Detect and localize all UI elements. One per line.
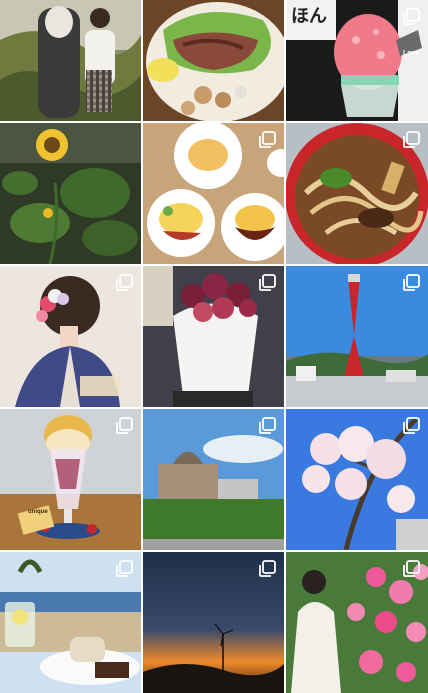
tile-flower-field[interactable] xyxy=(286,552,428,693)
tile-cherry-blossoms[interactable] xyxy=(286,409,428,550)
card-text: unique xyxy=(28,509,48,515)
multiple-photos-icon xyxy=(115,560,133,578)
tile-sunset-windmill[interactable] xyxy=(143,552,284,693)
tile-sunflower[interactable] xyxy=(0,123,141,264)
multiple-photos-icon xyxy=(402,8,420,26)
tile-atomic-dome[interactable] xyxy=(143,409,284,550)
tile-omurice-plates[interactable] xyxy=(143,123,284,264)
profile-photo-grid: ほん Love unique xyxy=(0,0,428,693)
tile-beef-dish[interactable] xyxy=(143,0,284,121)
multiple-photos-icon xyxy=(258,131,276,149)
multiple-photos-icon xyxy=(258,560,276,578)
love-sign-text: Love xyxy=(403,50,420,57)
multiple-photos-icon xyxy=(402,131,420,149)
multiple-photos-icon xyxy=(258,417,276,435)
multiple-photos-icon xyxy=(258,274,276,292)
tile-kimono-hair[interactable] xyxy=(0,266,141,407)
tile-port-tower[interactable] xyxy=(286,266,428,407)
multiple-photos-icon xyxy=(402,560,420,578)
photo-sunflower xyxy=(0,123,141,264)
shop-sign-text: ほん xyxy=(291,6,327,26)
tile-cosplay-figures[interactable] xyxy=(0,0,141,121)
tile-lemonade-terrace[interactable] xyxy=(0,552,141,693)
tile-shaved-ice-cup[interactable]: ほん Love xyxy=(286,0,428,121)
multiple-photos-icon xyxy=(402,274,420,292)
tile-berry-shaved-ice[interactable] xyxy=(143,266,284,407)
tile-ramen-bowl[interactable] xyxy=(286,123,428,264)
tile-parfait[interactable]: unique xyxy=(0,409,141,550)
photo-cosplay-figures xyxy=(0,0,141,121)
multiple-photos-icon xyxy=(115,274,133,292)
multiple-photos-icon xyxy=(115,417,133,435)
multiple-photos-icon xyxy=(402,417,420,435)
photo-beef-dish xyxy=(143,0,284,121)
